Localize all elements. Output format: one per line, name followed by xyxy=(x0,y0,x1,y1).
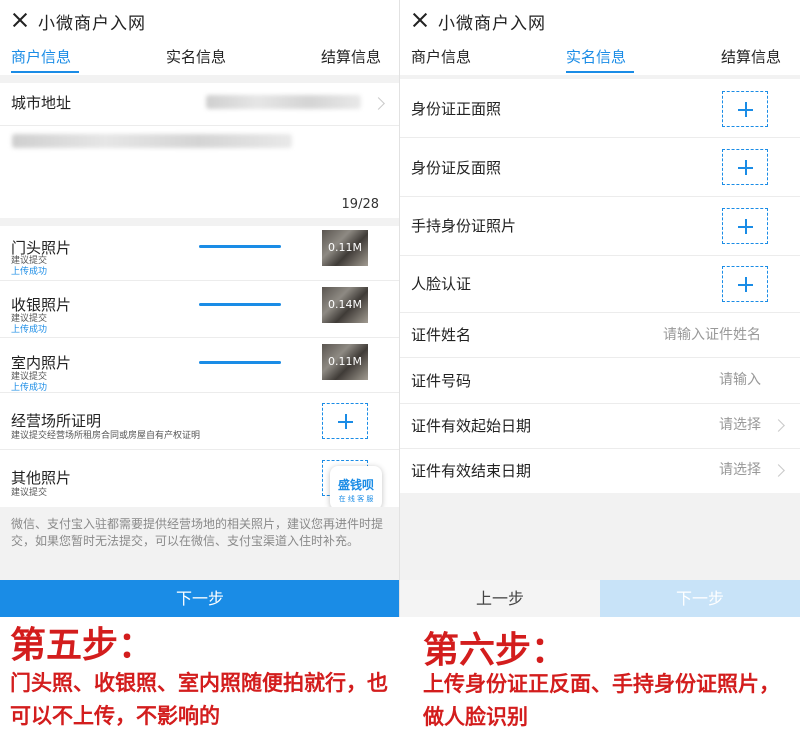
step5-caption-title: 第五步： xyxy=(10,625,155,666)
id-name-label: 证件姓名 xyxy=(411,326,472,344)
id-start-date-row[interactable]: 证件有效起始日期 请选择 xyxy=(400,404,800,448)
handheld-id-row: 手持身份证照片 xyxy=(400,197,800,255)
id-front-row: 身份证正面照 xyxy=(400,79,800,137)
step6-caption-title: 第六步： xyxy=(423,630,568,671)
id-end-date-select[interactable]: 请选择 xyxy=(719,459,761,479)
id-end-date-label: 证件有效结束日期 xyxy=(411,462,532,480)
upload-status: 上传成功 xyxy=(11,267,48,277)
app-header: 小微商户入网 xyxy=(0,0,400,40)
id-number-input[interactable]: 请输入 xyxy=(719,369,761,389)
id-front-add-button[interactable] xyxy=(722,91,768,127)
id-back-label: 身份证反面照 xyxy=(411,159,502,177)
storefront-thumbnail[interactable]: 0.11M xyxy=(322,230,368,266)
close-icon[interactable] xyxy=(410,10,430,30)
id-name-row: 证件姓名 请输入证件姓名 xyxy=(400,313,800,357)
info-note-text: 微信、支付宝入驻都需要提供经营场地的相关照片，建议您再进件时提交，如果您暂时无法… xyxy=(11,517,384,548)
empty-area xyxy=(400,493,800,580)
step6-caption-text: 上传身份证正反面、手持身份证照片，做人脸识别 xyxy=(423,672,780,729)
id-back-row: 身份证反面照 xyxy=(400,138,800,196)
previous-step-button[interactable]: 上一步 xyxy=(400,580,600,617)
chevron-right-icon xyxy=(772,419,785,432)
tab-realname-info[interactable]: 实名信息 xyxy=(566,46,626,67)
step6-screen: 小微商户入网 商户信息 实名信息 结算信息 身份证正面照 身份证反面照 手持身份… xyxy=(400,0,800,750)
storefront-photo-row: 门头照片 建议提交 上传成功 0.11M xyxy=(0,226,400,280)
tab-realname-info[interactable]: 实名信息 xyxy=(166,46,226,67)
app-title: 小微商户入网 xyxy=(38,14,146,34)
section-gap xyxy=(0,218,400,226)
tab-settlement-info[interactable]: 结算信息 xyxy=(721,46,781,67)
id-end-date-row[interactable]: 证件有效结束日期 请选择 xyxy=(400,449,800,493)
face-auth-add-button[interactable] xyxy=(722,266,768,302)
id-start-date-select[interactable]: 请选择 xyxy=(719,414,761,434)
next-step-button[interactable]: 下一步 xyxy=(0,580,400,617)
handheld-id-label: 手持身份证照片 xyxy=(411,217,517,235)
face-auth-label: 人脸认证 xyxy=(411,275,472,293)
upload-progress-bar xyxy=(199,303,281,306)
step5-screen: 小微商户入网 商户信息 实名信息 结算信息 城市地址 19/28 门头照片 建议… xyxy=(0,0,400,750)
service-label: 在 线 客 服 xyxy=(338,495,374,503)
id-start-date-label: 证件有效起始日期 xyxy=(411,417,532,435)
id-name-input[interactable]: 请输入证件姓名 xyxy=(663,324,761,344)
address-value-blurred xyxy=(12,134,292,148)
next-step-button[interactable]: 下一步 xyxy=(600,580,800,617)
interior-thumbnail[interactable]: 0.11M xyxy=(322,344,368,380)
service-brand: 盛钱呗 xyxy=(337,478,374,492)
id-front-label: 身份证正面照 xyxy=(411,100,502,118)
upload-progress-bar xyxy=(199,361,281,364)
app-title: 小微商户入网 xyxy=(438,14,546,34)
other-hint: 建议提交 xyxy=(11,488,48,498)
tab-bar: 商户信息 实名信息 结算信息 xyxy=(400,40,800,75)
section-gap xyxy=(0,75,400,83)
handheld-id-add-button[interactable] xyxy=(722,208,768,244)
city-address-label: 城市地址 xyxy=(11,94,72,112)
cashier-thumbnail[interactable]: 0.14M xyxy=(322,287,368,323)
tab-bar: 商户信息 实名信息 结算信息 xyxy=(0,40,400,75)
tab-merchant-info[interactable]: 商户信息 xyxy=(11,46,71,67)
interior-photo-row: 室内照片 建议提交 上传成功 0.11M xyxy=(0,338,400,393)
upload-progress-bar xyxy=(199,245,281,248)
id-number-row: 证件号码 请输入 xyxy=(400,358,800,403)
step5-caption-text: 门头照、收银照、室内照随便拍就行，也可以不上传，不影响的 xyxy=(10,671,388,728)
premises-proof-row: 经营场所证明 建议提交经营场所租房合同或房屋自有产权证明 xyxy=(0,393,400,449)
file-size: 0.11M xyxy=(328,355,362,368)
tab-settlement-info[interactable]: 结算信息 xyxy=(321,46,381,67)
city-value-blurred xyxy=(206,95,361,109)
active-tab-indicator xyxy=(566,71,634,73)
file-size: 0.11M xyxy=(328,241,362,254)
city-address-row[interactable]: 城市地址 xyxy=(0,83,400,125)
upload-progress-fill xyxy=(199,245,281,248)
close-icon[interactable] xyxy=(10,10,30,30)
id-back-add-button[interactable] xyxy=(722,149,768,185)
premises-add-button[interactable] xyxy=(322,403,368,439)
chevron-right-icon xyxy=(772,464,785,477)
app-header: 小微商户入网 xyxy=(400,0,800,40)
active-tab-indicator xyxy=(11,71,79,73)
face-auth-row: 人脸认证 xyxy=(400,256,800,312)
char-counter: 19/28 xyxy=(341,197,379,212)
file-size: 0.14M xyxy=(328,298,362,311)
cashier-photo-row: 收银照片 建议提交 上传成功 0.14M xyxy=(0,281,400,337)
customer-service-button[interactable]: 盛钱呗 在 线 客 服 xyxy=(330,466,382,510)
upload-progress-fill xyxy=(199,303,281,306)
tab-merchant-info[interactable]: 商户信息 xyxy=(411,46,471,67)
id-number-label: 证件号码 xyxy=(411,372,472,390)
address-textarea[interactable]: 19/28 xyxy=(0,126,400,218)
upload-progress-fill xyxy=(199,361,281,364)
premises-hint: 建议提交经营场所租房合同或房屋自有产权证明 xyxy=(11,431,201,441)
info-note: 微信、支付宝入驻都需要提供经营场地的相关照片，建议您再进件时提交，如果您暂时无法… xyxy=(0,507,400,580)
chevron-right-icon xyxy=(372,97,385,110)
upload-status: 上传成功 xyxy=(11,325,48,335)
